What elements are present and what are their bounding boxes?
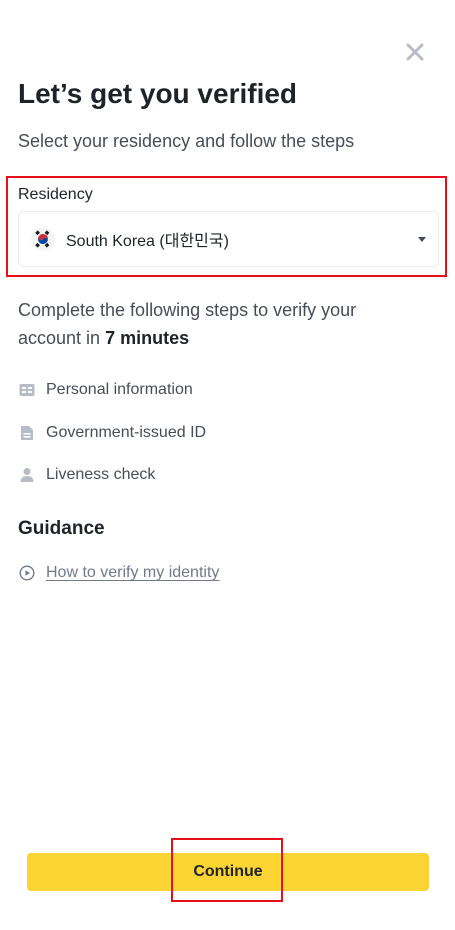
south-korea-flag-icon <box>31 227 55 251</box>
residency-label: Residency <box>18 186 93 203</box>
residency-value: South Korea (대한민국) <box>66 233 229 250</box>
page-title: Let’s get you verified <box>18 78 298 109</box>
play-circle-icon <box>18 564 36 582</box>
step-liveness-check: Liveness check <box>18 466 155 484</box>
guide-link[interactable]: How to verify my identity <box>18 564 219 582</box>
step-personal-information: Personal information <box>18 381 193 399</box>
continue-button[interactable]: Continue <box>27 853 429 891</box>
step-label: Government-issued ID <box>46 424 207 441</box>
step-label: Liveness check <box>46 466 156 483</box>
guide-link-label[interactable]: How to verify my identity <box>46 564 219 582</box>
residency-select[interactable]: South Korea (대한민국) <box>18 211 439 267</box>
caret-down-icon <box>418 236 426 242</box>
guidance-title: Guidance <box>18 518 105 539</box>
id-card-icon <box>18 381 36 399</box>
page-subtitle: Select your residency and follow the ste… <box>18 131 355 151</box>
document-icon <box>18 424 36 442</box>
step-government-id: Government-issued ID <box>18 424 206 442</box>
person-icon <box>18 466 36 484</box>
close-button[interactable] <box>401 38 429 66</box>
close-icon <box>406 43 424 61</box>
step-label: Personal information <box>46 381 193 398</box>
verification-description: Complete the following steps to verify y… <box>18 296 418 352</box>
description-time: 7 minutes <box>105 328 190 348</box>
